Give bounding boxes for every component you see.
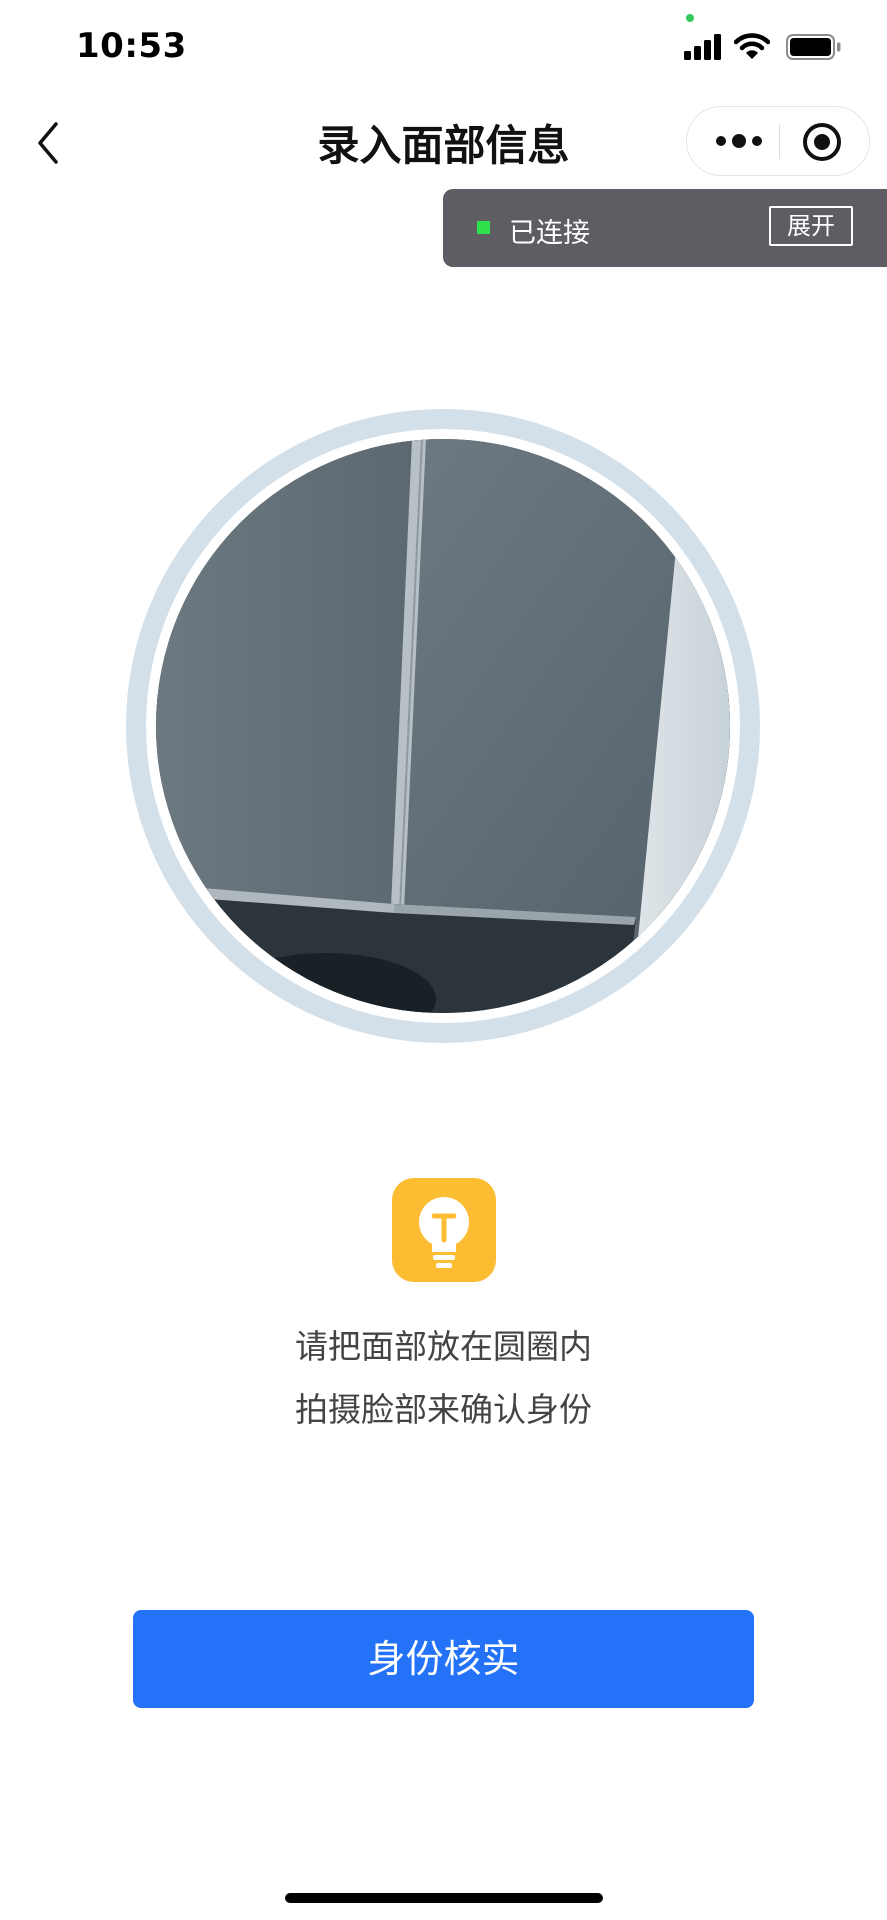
camera-preview bbox=[156, 439, 730, 1013]
verify-identity-button[interactable]: 身份核实 bbox=[133, 1610, 754, 1708]
cellular-signal-icon bbox=[684, 34, 721, 60]
expand-button[interactable]: 展开 bbox=[769, 206, 853, 246]
capsule-divider bbox=[779, 125, 780, 159]
target-circle-icon[interactable] bbox=[801, 121, 843, 163]
camera-feed-image bbox=[156, 439, 730, 1013]
connection-status-text: 已连接 bbox=[509, 218, 590, 249]
privacy-indicator-dot bbox=[686, 14, 694, 22]
home-indicator bbox=[285, 1893, 603, 1903]
status-time: 10:53 bbox=[76, 26, 187, 66]
wifi-icon bbox=[734, 33, 770, 59]
tip-line-2: 拍摄脸部来确认身份 bbox=[295, 1390, 592, 1429]
connection-banner: 已连接 展开 bbox=[443, 189, 887, 267]
more-dots-icon[interactable] bbox=[711, 123, 767, 159]
mini-program-capsule bbox=[686, 106, 870, 176]
lightbulb-icon bbox=[419, 1197, 469, 1268]
connection-status-dot bbox=[477, 221, 490, 234]
tip-line-1: 请把面部放在圆圈内 bbox=[295, 1327, 592, 1366]
lightbulb-tip-badge bbox=[392, 1178, 496, 1282]
battery-icon bbox=[786, 34, 841, 60]
